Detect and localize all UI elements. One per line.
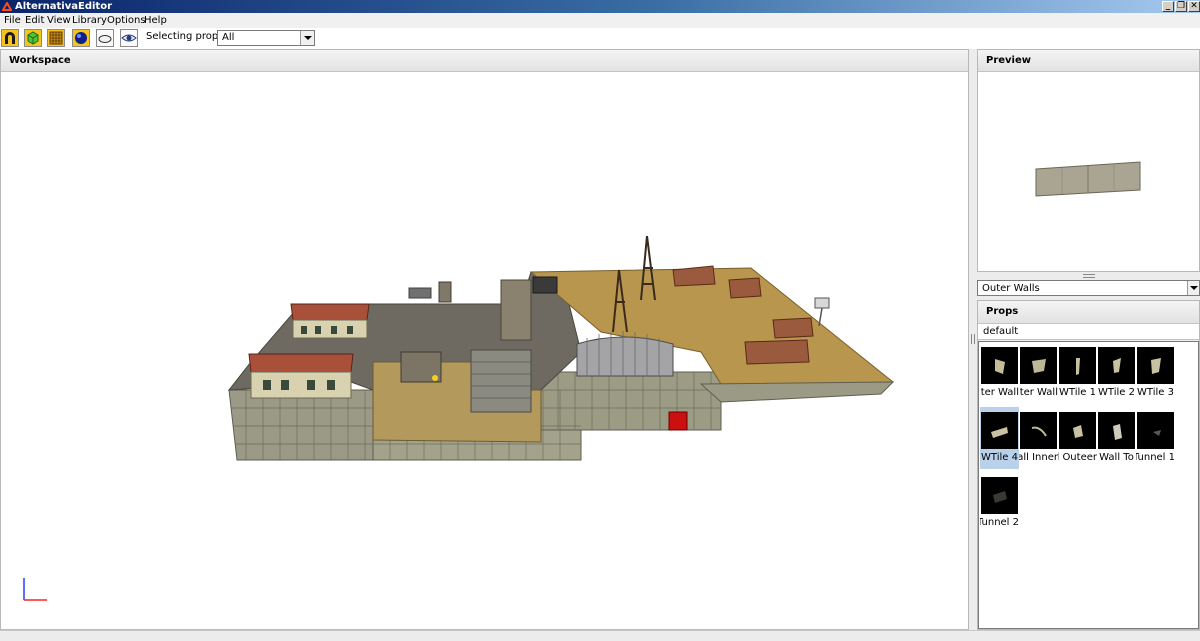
menu-bar: File Edit View Library Options Help	[0, 13, 1200, 28]
cube-icon	[27, 31, 39, 45]
plane-icon	[98, 35, 112, 43]
prop-group-name: default	[983, 326, 1019, 337]
prop-tile[interactable]: WTile 1	[1058, 342, 1097, 404]
prop-tile[interactable]: WTile 3	[1136, 342, 1175, 404]
menu-options[interactable]: Options	[107, 14, 146, 27]
horizontal-splitter[interactable]	[1083, 274, 1095, 278]
props-title: Props	[986, 306, 1019, 317]
prop-tile[interactable]: Outer Wall	[980, 342, 1019, 404]
prop-label: Tunnel 1	[1136, 452, 1175, 463]
menu-file[interactable]: File	[4, 14, 21, 27]
library-value: Outer Walls	[982, 283, 1040, 294]
prop-tile[interactable]: Tunnel 2	[980, 472, 1019, 534]
prop-tile[interactable]: Tunnel 1	[1136, 407, 1175, 469]
vertical-splitter[interactable]	[969, 49, 977, 630]
library-dropdown[interactable]: Outer Walls	[977, 280, 1200, 296]
prop-label: Tunnel 2	[980, 517, 1019, 528]
prop-thumbnail-icon	[1020, 412, 1057, 449]
menu-edit[interactable]: Edit	[25, 14, 44, 27]
axis-gizmo	[23, 578, 47, 601]
selecting-prop-dropdown[interactable]: All	[217, 30, 315, 46]
prop-thumbnail-icon	[1137, 412, 1174, 449]
prop-label: Wall To	[1099, 452, 1134, 463]
prop-tile[interactable]: WTile 4	[980, 407, 1019, 469]
grid-icon	[49, 31, 63, 45]
map-model	[227, 235, 895, 461]
magnet-icon	[5, 32, 15, 44]
selecting-prop-label: Selecting prop:	[146, 31, 222, 42]
workspace-viewport[interactable]	[1, 72, 968, 629]
prop-label: WTile 1	[1059, 387, 1096, 398]
title-bar: AlternativaEditor _ ❐ ✕	[0, 0, 1200, 13]
close-button[interactable]: ✕	[1188, 1, 1200, 12]
eye-tool-button[interactable]	[120, 29, 138, 47]
plane-tool-button[interactable]	[96, 29, 114, 47]
menu-help[interactable]: Help	[144, 14, 167, 27]
app-logo-icon	[2, 2, 12, 11]
magnet-tool-button[interactable]	[1, 29, 19, 47]
preview-panel: Preview	[977, 49, 1200, 272]
workspace-header: Workspace	[1, 50, 968, 72]
prop-thumbnail-icon	[1137, 347, 1174, 384]
prop-thumbnail-icon	[981, 477, 1018, 514]
house-top-left	[290, 303, 370, 339]
prop-tile[interactable]: Wall Outeer	[1058, 407, 1097, 469]
eye-icon	[121, 34, 137, 42]
preview-viewport[interactable]	[978, 72, 1199, 271]
minimize-button[interactable]: _	[1162, 1, 1174, 12]
chevron-down-icon[interactable]	[300, 31, 314, 45]
menu-view[interactable]: View	[47, 14, 71, 27]
prop-thumbnail-icon	[981, 347, 1018, 384]
prop-label: WTile 2	[1098, 387, 1135, 398]
window-title: AlternativaEditor	[15, 1, 113, 12]
prop-thumbnail-icon	[1098, 347, 1135, 384]
maximize-button[interactable]: ❐	[1175, 1, 1187, 12]
cube-tool-button[interactable]	[24, 29, 42, 47]
prop-label: WTile 4	[981, 452, 1018, 463]
sphere-tool-button[interactable]	[72, 29, 90, 47]
status-bar	[0, 630, 1200, 641]
prop-tile[interactable]: WTile 2	[1097, 342, 1136, 404]
workspace-title: Workspace	[9, 55, 71, 66]
preview-header: Preview	[978, 50, 1199, 72]
menu-library[interactable]: Library	[72, 14, 107, 27]
prop-tile[interactable]: Wall To	[1097, 407, 1136, 469]
chevron-down-icon[interactable]	[1187, 281, 1199, 295]
prop-thumbnail-icon	[981, 412, 1018, 449]
house-left	[248, 353, 354, 399]
selecting-prop-value: All	[222, 32, 235, 43]
prop-label: Outer Wall	[1019, 387, 1058, 398]
prop-label: WTile 3	[1137, 387, 1174, 398]
grid-tool-button[interactable]	[47, 29, 65, 47]
prop-tile[interactable]: Wall Inner	[1019, 407, 1058, 469]
prop-thumbnail-icon	[1098, 412, 1135, 449]
prop-group-label[interactable]: default	[978, 324, 1199, 340]
prop-label: Wall Outeer	[1058, 452, 1097, 463]
props-panel: Props default Outer WallOuter WallWTile …	[977, 300, 1200, 630]
prop-label: Outer Wall	[980, 387, 1019, 398]
prop-list: Outer WallOuter WallWTile 1WTile 2WTile …	[978, 341, 1199, 629]
prop-thumbnail-icon	[1059, 412, 1096, 449]
sphere-icon	[75, 32, 87, 44]
prop-label: Wall Inner	[1019, 452, 1058, 463]
prop-tile[interactable]: Outer Wall	[1019, 342, 1058, 404]
splitter-grip-icon	[971, 334, 975, 344]
preview-title: Preview	[986, 55, 1032, 66]
prop-thumbnail-icon	[1059, 347, 1096, 384]
toolbar: Selecting prop: All	[0, 28, 1200, 49]
workspace-panel: Workspace	[0, 49, 969, 630]
prop-thumbnail-icon	[1020, 347, 1057, 384]
props-header: Props	[978, 301, 1199, 324]
